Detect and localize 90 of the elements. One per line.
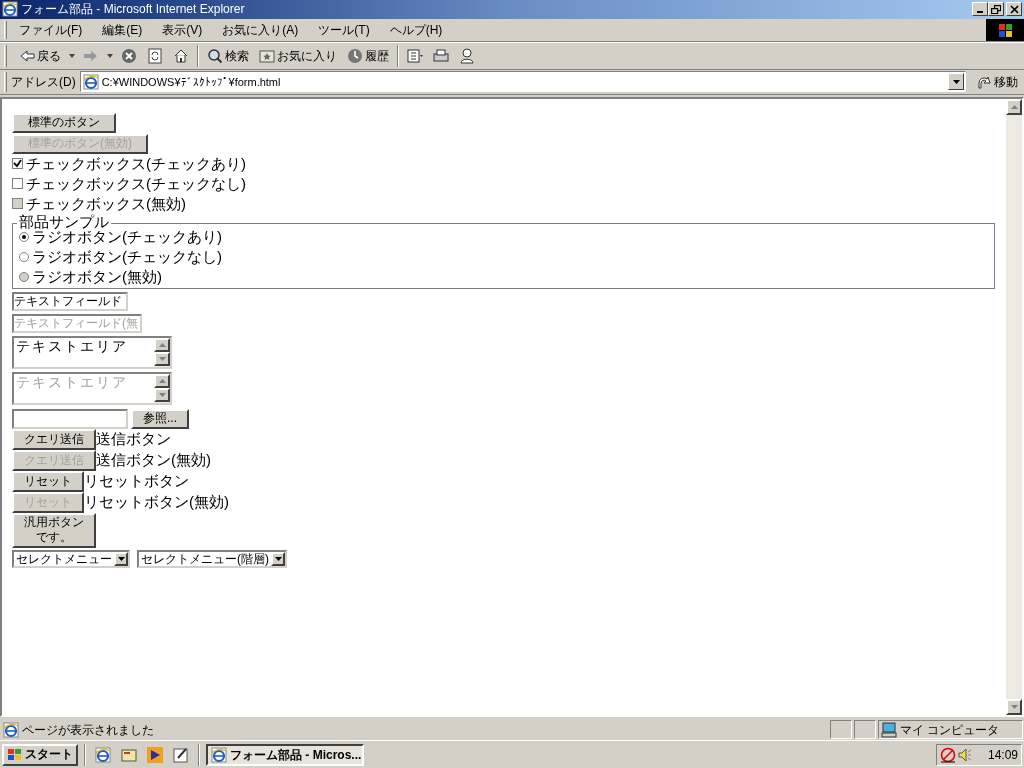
stop-icon [121,47,137,64]
dropdown-caret-icon[interactable] [69,53,75,58]
address-label: アドレス(D) [11,73,76,91]
search-icon [207,47,223,64]
page-icon [3,721,19,738]
scroll-up-button[interactable] [1006,98,1022,115]
refresh-icon [147,47,163,64]
toolbar-button[interactable]: お気に入り [257,44,339,67]
select-menu[interactable]: セレクトメニュー(階層) [137,549,287,568]
menu-item[interactable]: ツール(T) [316,20,372,39]
caret-icon [952,79,960,84]
scrollbar[interactable] [1006,98,1022,716]
desktop-icon[interactable] [121,746,137,763]
checkbox-label: チェックボックス(無効) [26,193,186,214]
page-icon [82,73,99,90]
go-button[interactable]: 移動 [970,72,1024,91]
caret-down-icon [158,356,166,361]
people-icon [459,47,475,64]
scroll-up-button[interactable] [154,337,170,352]
button-caption: リセットボタン [84,471,189,492]
restore-button[interactable] [988,2,1004,17]
windows-logo-icon [998,22,1012,37]
checkbox-label: チェックボックス(チェックなし) [26,173,246,194]
checkbox-label: チェックボックス(チェックあり) [26,153,246,174]
windows-logo-icon [7,747,23,762]
address-field[interactable]: C:¥WINDOWS¥ﾃﾞｽｸﾄｯﾌﾟ¥form.html [79,71,966,93]
zone-text: マイ コンピュータ [900,721,1000,739]
start-button[interactable]: スタート [2,743,78,766]
browser-icon[interactable] [95,746,111,763]
caret-up-icon [1010,104,1018,109]
taskbar-button[interactable]: フォーム部品 - Micros... [206,743,364,766]
caret-up-icon [158,342,166,347]
caret-down-icon [1010,705,1018,710]
toolbar-button[interactable]: 戻る [17,44,63,67]
menu-item[interactable]: ヘルプ(H) [387,20,445,39]
minimize-button[interactable] [972,2,988,17]
home-icon [173,47,189,64]
menu-item[interactable]: ファイル(F) [17,20,85,39]
caret-down-icon [158,392,166,397]
dropdown-caret-icon[interactable] [107,53,113,58]
history-icon [347,47,363,64]
printer-icon [433,47,449,64]
caret-icon [117,556,125,561]
radio-button[interactable] [19,231,29,242]
notepad-icon[interactable] [173,746,189,763]
play-icon[interactable] [147,746,163,763]
radio-label: ラジオボタン(無効) [32,266,162,287]
back-arrow-icon [19,47,35,64]
caret-up-icon [158,378,166,383]
menu-item[interactable]: 表示(V) [160,20,205,39]
button[interactable]: 標準のボタン [12,112,116,133]
toolbar-button[interactable]: 履歴 [345,44,391,67]
window-title: フォーム部品 - Microsoft Internet Explorer [21,1,245,19]
menu-item[interactable]: お気に入り(A) [220,20,301,39]
toolbar-button[interactable]: 検索 [205,44,251,67]
scroll-down-button[interactable] [1006,699,1022,716]
restore-icon [991,5,1001,14]
speaker-icon[interactable] [958,746,972,763]
file-path-field[interactable] [12,408,128,429]
browse-button[interactable]: 参照... [131,408,189,429]
page-icon [211,746,227,763]
dropdown-button[interactable] [948,73,964,91]
clock: 14:09 [987,746,1018,764]
check-icon [13,159,22,169]
checkbox[interactable] [12,158,23,170]
button-caption: リセットボタン(無効) [84,492,229,513]
caret-icon [274,556,282,561]
button[interactable]: リセット [12,470,84,492]
button-caption: 送信ボタン [96,429,171,450]
text-field[interactable]: テキストフィールド [12,291,128,311]
button[interactable]: 汎用ボタン です。 [12,512,96,548]
radio-button[interactable] [19,251,29,262]
button-caption: 送信ボタン(無効) [96,450,211,471]
computer-icon [881,721,897,738]
checkbox[interactable] [12,178,23,190]
minimize-icon [977,11,983,14]
close-button[interactable] [1006,2,1022,17]
status-panel [854,720,876,740]
close-icon [1009,5,1019,14]
menu-item[interactable]: 編集(E) [100,20,145,39]
text-area[interactable]: テキストエリア [12,335,172,369]
select-menu[interactable]: セレクトメニュー [12,549,130,568]
status-panel [830,720,852,740]
button[interactable]: クエリ送信 [12,428,96,450]
group-legend: 部品サンプル [17,212,111,231]
status-text: ページが表示されました [22,721,154,739]
browser-icon [2,1,18,18]
mail-icon [407,47,423,64]
ime-icon[interactable] [940,746,956,763]
radio-label: ラジオボタン(チェックなし) [32,246,222,267]
